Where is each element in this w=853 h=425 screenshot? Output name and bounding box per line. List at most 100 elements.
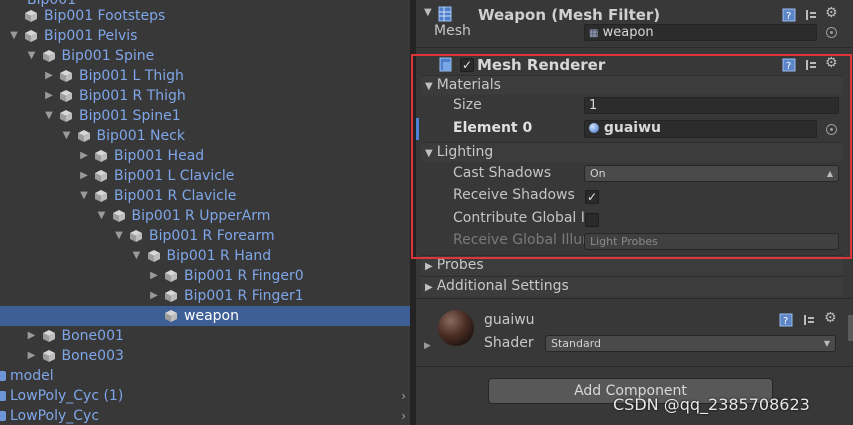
cast-shadows-label: Cast Shadows xyxy=(453,165,552,181)
hierarchy-root-item[interactable]: LowPoly_Cyc (1) › xyxy=(0,386,410,406)
size-field[interactable]: 1 xyxy=(584,97,839,114)
dropdown-arrows-icon: ▲ xyxy=(826,169,833,178)
hierarchy-item[interactable]: ▼ Bip001 R Clavicle xyxy=(0,186,410,206)
size-label: Size xyxy=(453,97,482,113)
lighting-foldout[interactable]: ▼ Lighting xyxy=(421,142,843,162)
materials-foldout[interactable]: ▼ Materials xyxy=(421,75,843,95)
foldout-closed-icon[interactable]: ▶ xyxy=(78,166,90,186)
foldout-closed-icon[interactable]: ▶ xyxy=(26,326,38,346)
foldout-closed-icon: ▶ xyxy=(425,261,433,272)
hierarchy-panel: Bip001 Bip001 Footsteps ▼ Bip001 Pelvis ▼ Bi… xyxy=(0,0,410,425)
help-icon[interactable]: ? xyxy=(779,313,793,327)
hierarchy-item[interactable]: ▶ Bone003 xyxy=(0,346,410,366)
contribute-gi-label: Contribute Global I xyxy=(453,210,585,226)
hierarchy-item-label: Bone001 xyxy=(61,328,124,344)
hierarchy-item-label: Bip001 Pelvis xyxy=(44,28,138,44)
gameobject-cube-icon xyxy=(42,329,56,343)
hierarchy-root-item[interactable]: LowPoly_Cyc › xyxy=(0,406,410,425)
mesh-filter-icon xyxy=(438,6,452,22)
lighting-header: Lighting xyxy=(436,144,494,160)
foldout-open-icon[interactable]: ▼ xyxy=(131,246,143,266)
hierarchy-item-label: Bip001 R Thigh xyxy=(79,88,186,104)
hierarchy-item[interactable]: ▼ Bip001 Spine xyxy=(0,46,410,66)
hierarchy-item-label: Bip001 R Finger0 xyxy=(184,268,304,284)
hierarchy-item-label: Bip001 R Finger1 xyxy=(184,288,304,304)
receive-shadows-checkbox[interactable]: ✓ xyxy=(585,190,599,204)
additional-settings-foldout[interactable]: ▶ Additional Settings xyxy=(421,276,843,296)
chevron-right-icon[interactable]: › xyxy=(401,386,406,406)
hierarchy-item-label: Bip001 R Forearm xyxy=(149,228,275,244)
preset-icon[interactable] xyxy=(804,8,818,22)
foldout-open-icon[interactable]: ▼ xyxy=(43,106,55,126)
foldout-closed-icon: ▶ xyxy=(425,282,433,293)
shader-dropdown[interactable]: Standard ▼ xyxy=(545,335,836,352)
gear-icon[interactable]: ⚙ xyxy=(824,310,837,326)
mesh-renderer-title: Mesh Renderer xyxy=(477,56,606,74)
element-0-field[interactable]: guaiwu xyxy=(584,120,817,138)
probes-foldout[interactable]: ▶ Probes xyxy=(421,255,843,275)
cast-shadows-dropdown[interactable]: On ▲ xyxy=(584,165,839,182)
foldout-closed-icon[interactable]: ▶ xyxy=(424,341,431,351)
foldout-closed-icon[interactable]: ▶ xyxy=(26,346,38,366)
foldout-open-icon[interactable]: ▼ xyxy=(96,206,108,226)
foldout-open-icon[interactable]: ▼ xyxy=(61,126,73,146)
hierarchy-item[interactable]: ▼ Bip001 Pelvis xyxy=(0,26,410,46)
hierarchy-item-label: model xyxy=(10,368,54,384)
hierarchy-item[interactable]: ▼ Bip001 Spine1 xyxy=(0,106,410,126)
foldout-closed-icon[interactable]: ▶ xyxy=(78,146,90,166)
gameobject-cube-icon xyxy=(147,249,161,263)
hierarchy-item[interactable]: ▶ Bone001 xyxy=(0,326,410,346)
side-scroll-handle[interactable] xyxy=(848,315,853,341)
mesh-label: Mesh xyxy=(434,23,471,39)
hierarchy-item[interactable]: ▶ Bip001 L Thigh xyxy=(0,66,410,86)
gameobject-cube-icon xyxy=(24,29,38,43)
hierarchy-item[interactable]: ▶ Bip001 R Finger0 xyxy=(0,266,410,286)
mesh-asset-icon: ▦ xyxy=(589,28,599,39)
preset-icon[interactable] xyxy=(804,58,818,72)
mesh-field[interactable]: ▦ weapon xyxy=(584,24,817,41)
gear-icon[interactable]: ⚙ xyxy=(825,55,838,71)
hierarchy-item-label: Bip001 Neck xyxy=(96,128,185,144)
help-icon[interactable]: ? xyxy=(782,58,796,72)
foldout-open-icon[interactable]: ▼ xyxy=(78,186,90,206)
hierarchy-item[interactable]: ▶ Bip001 R Thigh xyxy=(0,86,410,106)
foldout-open-icon[interactable]: ▼ xyxy=(8,26,20,46)
chevron-right-icon[interactable]: › xyxy=(401,406,406,425)
hierarchy-item[interactable]: ▶ Bip001 R Finger1 xyxy=(0,286,410,306)
hierarchy-item[interactable]: ▼ Bip001 R Hand xyxy=(0,246,410,266)
gear-icon[interactable]: ⚙ xyxy=(825,5,838,21)
hierarchy-item[interactable]: ▼ Bip001 Neck xyxy=(0,126,410,146)
mesh-renderer-icon xyxy=(439,57,452,72)
element-0-label: Element 0 xyxy=(453,120,533,136)
component-divider xyxy=(416,298,853,299)
preset-icon[interactable] xyxy=(802,313,816,327)
hierarchy-item[interactable]: ▶ Bip001 Head xyxy=(0,146,410,166)
hierarchy-item-label: Bip001 L Clavicle xyxy=(114,168,235,184)
mesh-renderer-enabled-checkbox[interactable]: ✓ xyxy=(460,58,474,72)
hierarchy-item[interactable]: weapon xyxy=(0,306,410,326)
hierarchy-item[interactable]: Bip001 Footsteps xyxy=(0,6,410,26)
contribute-gi-checkbox[interactable] xyxy=(585,213,599,227)
hierarchy-item[interactable]: ▼ Bip001 R UpperArm xyxy=(0,206,410,226)
foldout-closed-icon[interactable]: ▶ xyxy=(148,266,160,286)
gameobject-cube-icon xyxy=(59,89,73,103)
object-picker-icon[interactable] xyxy=(826,124,837,135)
svg-text:?: ? xyxy=(786,61,791,72)
hierarchy-root-item[interactable]: model xyxy=(0,366,410,386)
hierarchy-item[interactable]: ▼ Bip001 R Forearm xyxy=(0,226,410,246)
element-selected-marker xyxy=(416,118,419,140)
foldout-open-icon[interactable]: ▼ xyxy=(113,226,125,246)
help-icon[interactable]: ? xyxy=(782,8,796,22)
hierarchy-item[interactable]: ▶ Bip001 L Clavicle xyxy=(0,166,410,186)
object-picker-icon[interactable] xyxy=(826,27,837,38)
gameobject-cube-icon xyxy=(112,209,126,223)
size-value: 1 xyxy=(589,98,598,113)
materials-header: Materials xyxy=(436,77,501,93)
foldout-closed-icon[interactable]: ▶ xyxy=(43,86,55,106)
material-name: guaiwu xyxy=(484,312,535,328)
foldout-closed-icon[interactable]: ▶ xyxy=(148,286,160,306)
foldout-closed-icon[interactable]: ▶ xyxy=(43,66,55,86)
foldout-open-icon[interactable]: ▼ xyxy=(26,46,38,66)
foldout-arrow-icon[interactable]: ▼ xyxy=(424,7,432,18)
hierarchy-item-label: Bip001 R Clavicle xyxy=(114,188,237,204)
